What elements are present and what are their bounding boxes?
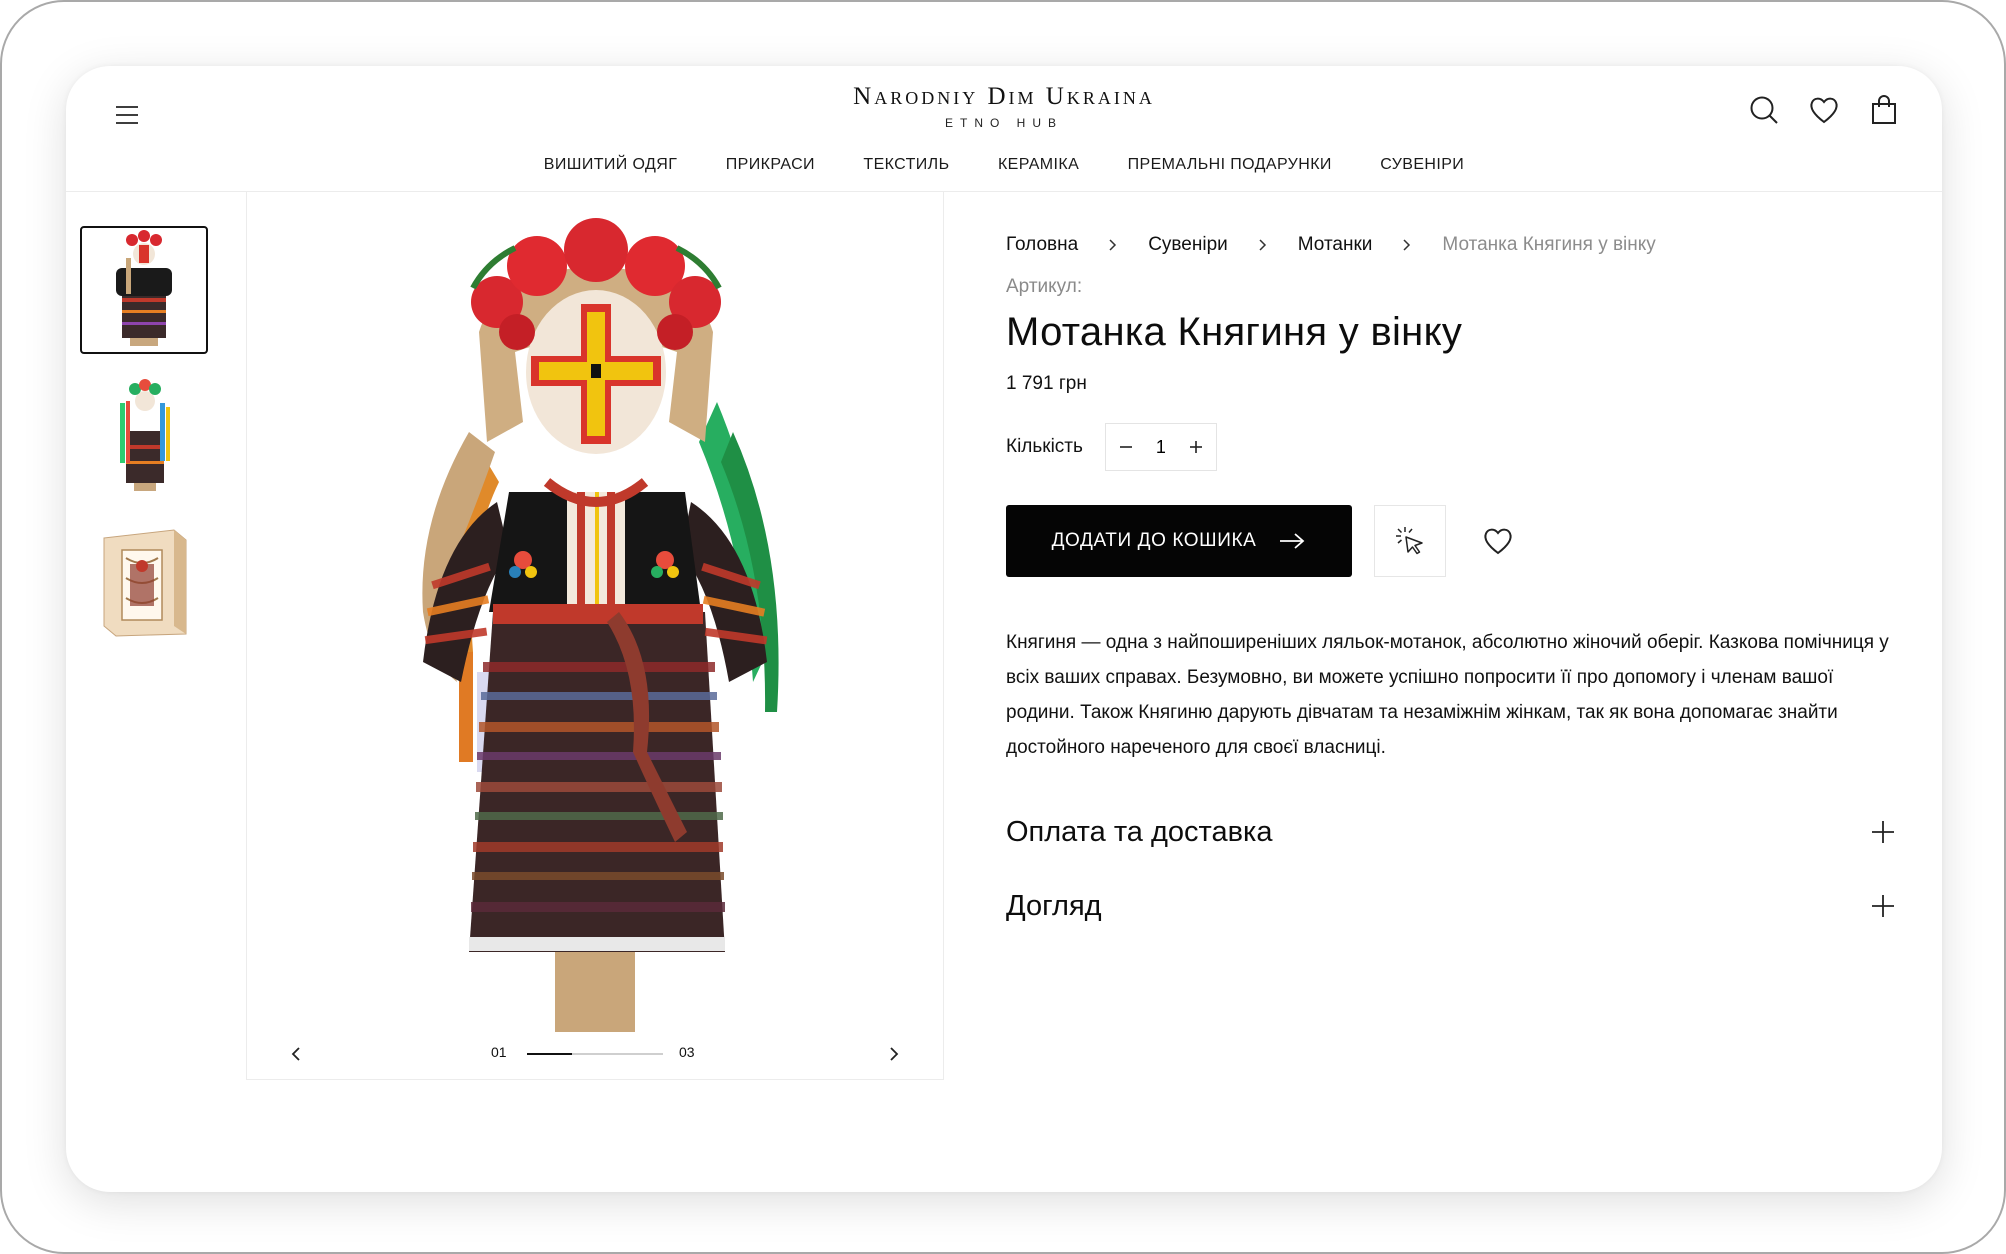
chevron-right-icon bbox=[1259, 239, 1266, 251]
nav-souvenirs[interactable]: СУВЕНІРИ bbox=[1380, 156, 1464, 174]
breadcrumb-motanky[interactable]: Мотанки bbox=[1298, 234, 1373, 256]
nav-textile[interactable]: ТЕКСТИЛЬ bbox=[863, 156, 949, 174]
quantity-label: Кількість bbox=[1006, 436, 1083, 457]
slider-total-count: 03 bbox=[679, 1044, 695, 1060]
chevron-right-icon bbox=[1109, 239, 1117, 251]
thumbnail-list bbox=[80, 226, 210, 661]
product-accordion: Оплата та доставка Догляд bbox=[1006, 795, 1906, 943]
slider-progress-track[interactable] bbox=[527, 1053, 663, 1055]
device-frame: Narodniy Dim Ukraina ETNO HUB ВИШИТИЙ ОД… bbox=[0, 0, 2006, 1254]
arrow-right-icon bbox=[1280, 533, 1305, 549]
product-title: Мотанка Княгиня у вінку bbox=[1006, 310, 1463, 354]
accordion-payment-delivery[interactable]: Оплата та доставка bbox=[1006, 795, 1906, 869]
breadcrumb-souvenirs[interactable]: Сувеніри bbox=[1148, 234, 1228, 256]
bag-icon[interactable] bbox=[1866, 92, 1902, 128]
thumbnail-3[interactable] bbox=[80, 516, 208, 644]
header-actions bbox=[1746, 92, 1902, 128]
heart-icon[interactable] bbox=[1806, 92, 1842, 128]
chevron-right-icon bbox=[1403, 239, 1411, 251]
article-label: Артикул: bbox=[1006, 276, 1083, 297]
browser-window: Narodniy Dim Ukraina ETNO HUB ВИШИТИЙ ОД… bbox=[66, 66, 1942, 1192]
slider-current-index: 01 bbox=[491, 1044, 507, 1060]
minus-icon[interactable] bbox=[1116, 437, 1136, 457]
plus-icon bbox=[1872, 821, 1894, 843]
accordion-title: Оплата та доставка bbox=[1006, 815, 1273, 848]
product-image bbox=[422, 218, 779, 1032]
add-to-cart-label: ДОДАТИ ДО КОШИКА bbox=[1051, 530, 1257, 551]
product-price: 1 791 грн bbox=[1006, 373, 1087, 394]
motanka-thumbnail-image bbox=[116, 230, 172, 346]
nav-jewelry[interactable]: ПРИКРАСИ bbox=[726, 156, 815, 174]
breadcrumb-home[interactable]: Головна bbox=[1006, 234, 1078, 256]
breadcrumb: Головна Сувеніри Мотанки Мотанка Княгиня… bbox=[1006, 232, 1906, 258]
quantity-input[interactable] bbox=[1148, 436, 1173, 458]
add-to-wishlist-heart-icon[interactable] bbox=[1480, 523, 1516, 559]
nav-ceramics[interactable]: КЕРАМІКА bbox=[998, 156, 1079, 174]
thumbnail-1[interactable] bbox=[80, 226, 208, 354]
motanka-ribbons-thumbnail-image bbox=[120, 379, 170, 491]
nav-premium-gifts[interactable]: ПРЕМАЛЬНІ ПОДАРУНКИ bbox=[1128, 156, 1332, 174]
cursor-click-icon bbox=[1396, 527, 1423, 555]
product-actions: ДОДАТИ ДО КОШИКА bbox=[1006, 505, 1906, 577]
search-icon[interactable] bbox=[1746, 92, 1782, 128]
thumbnail-2[interactable] bbox=[80, 371, 208, 499]
motanka-box-thumbnail-image bbox=[103, 529, 187, 637]
accordion-title: Догляд bbox=[1006, 889, 1102, 922]
site-logo[interactable]: Narodniy Dim Ukraina ETNO HUB bbox=[66, 82, 1942, 130]
accordion-care[interactable]: Догляд bbox=[1006, 869, 1906, 943]
product-info: Головна Сувеніри Мотанки Мотанка Княгиня… bbox=[1006, 232, 1906, 943]
add-to-cart-button[interactable]: ДОДАТИ ДО КОШИКА bbox=[1006, 505, 1352, 577]
quick-order-button[interactable] bbox=[1374, 505, 1446, 577]
breadcrumb-current: Мотанка Княгиня у вінку bbox=[1442, 234, 1656, 255]
nav-embroidered-clothing[interactable]: ВИШИТИЙ ОДЯГ bbox=[544, 156, 678, 174]
quantity-stepper bbox=[1104, 423, 1217, 471]
product-description: Княгиня — одна з найпоширеніших ляльок-м… bbox=[1006, 632, 1889, 758]
logo-title: Narodniy Dim Ukraina bbox=[853, 83, 1155, 110]
product-gallery: 01 03 bbox=[246, 192, 944, 1080]
quantity-row: Кількість bbox=[1006, 423, 1906, 471]
slider-prev-arrow-icon[interactable] bbox=[285, 1042, 307, 1066]
plus-icon[interactable] bbox=[1186, 437, 1206, 457]
slider-progress-fill bbox=[527, 1053, 572, 1055]
logo-subtitle: ETNO HUB bbox=[944, 116, 1063, 130]
plus-icon bbox=[1872, 895, 1894, 917]
main-navigation: ВИШИТИЙ ОДЯГ ПРИКРАСИ ТЕКСТИЛЬ КЕРАМІКА … bbox=[66, 156, 1942, 174]
slider-next-arrow-icon[interactable] bbox=[883, 1042, 905, 1066]
